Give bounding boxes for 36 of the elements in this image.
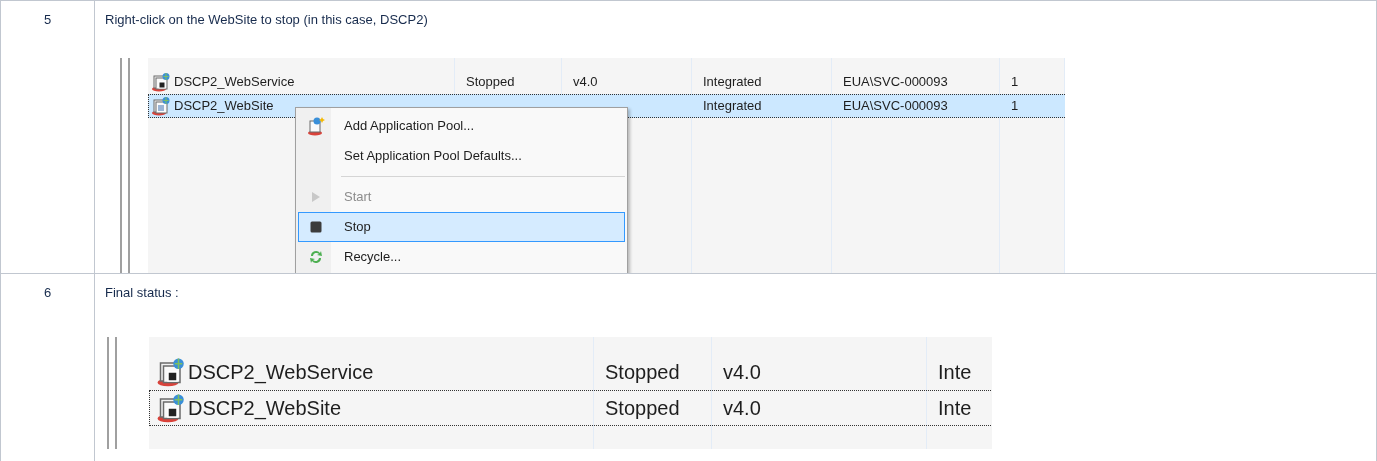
app-pool-icon [156, 393, 186, 423]
cell-text: v4.0 [723, 396, 761, 421]
play-icon [310, 190, 321, 203]
cell-text: v4.0 [573, 72, 598, 91]
cell-text: Inte [938, 360, 972, 385]
cell-text: DSCP2_WebService [188, 360, 374, 386]
cell-text: 1 [1011, 96, 1019, 115]
menu-item[interactable]: Recycle... [298, 241, 625, 272]
step-instruction: Final status : [105, 283, 180, 302]
menu-item[interactable]: Set Application Pool Defaults... [298, 140, 625, 171]
recycle-icon [307, 248, 324, 265]
step-instruction: Right-click on the WebSite to stop (in this case, DSCP2) [105, 11, 429, 29]
cell-text: EUA\SVC-000093 [843, 96, 948, 115]
app-pool-icon [151, 71, 171, 92]
cell-text: Integrated [703, 72, 762, 91]
stop-icon [309, 220, 322, 233]
cell-text: v4.0 [723, 360, 761, 385]
step-number: 6 [43, 284, 52, 300]
step-number: 5 [43, 12, 52, 27]
app-pool-icon [156, 357, 186, 387]
pool-row[interactable]: DSCP2_WebSite Stopped v4.0 Inte [149, 390, 992, 426]
menu-item[interactable]: Stop [298, 211, 625, 242]
app-pool-add-icon [305, 115, 326, 136]
cell-text: DSCP2_WebSite [174, 96, 274, 115]
cell-text: Integrated [703, 96, 762, 115]
cell-text: Stopped [466, 72, 515, 91]
cell-text: Stopped [605, 396, 680, 421]
cell-text: 1 [1011, 72, 1019, 91]
cell-text: DSCP2_WebService [174, 72, 295, 91]
cell-text: Stopped [605, 360, 680, 385]
pool-row[interactable]: DSCP2_WebService Stopped v4.0 Inte [149, 354, 992, 390]
cell-text: Inte [938, 396, 972, 421]
pool-row[interactable]: DSCP2_WebService Stopped v4.0 Integrated EUA\SVC-000093 1 [148, 69, 1065, 94]
cell-text: DSCP2_WebSite [188, 396, 342, 422]
app-pool-icon [151, 95, 171, 116]
cell-text: EUA\SVC-000093 [843, 72, 948, 91]
